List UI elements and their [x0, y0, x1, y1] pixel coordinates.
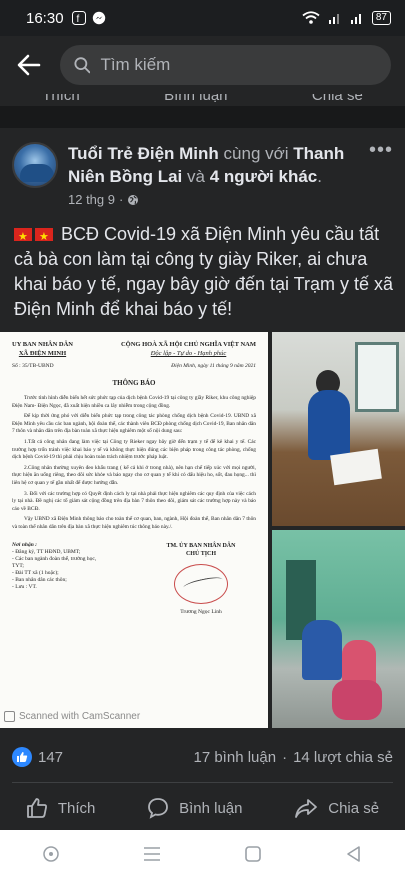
doc-number: Số : 35/TB-UBND — [12, 363, 54, 369]
search-icon — [74, 57, 91, 74]
comments-count[interactable]: 17 bình luận — [193, 749, 276, 766]
arrow-left-icon — [17, 54, 41, 76]
search-input[interactable] — [100, 55, 377, 75]
signal-1-icon — [328, 14, 339, 24]
doc-paragraph: 2.Công nhân thường xuyên đeo khẩu trang … — [12, 464, 256, 486]
post-text: BCĐ Covid-19 xã Điện Minh yêu cầu tất cả… — [14, 222, 394, 322]
thumbs-up-icon — [26, 798, 47, 818]
previous-post-actions: Thích Bình luận Chia sẻ — [0, 94, 405, 106]
comment-label: Bình luận — [179, 799, 243, 817]
comment-icon — [148, 798, 169, 819]
reactions-count[interactable]: 147 — [38, 749, 63, 766]
like-button[interactable]: Thích — [26, 797, 96, 819]
post-date[interactable]: 12 thg 9 — [68, 192, 115, 207]
previous-share-button[interactable]: Chia sẻ — [312, 94, 363, 106]
battery-indicator: 87 — [371, 11, 391, 25]
vietnam-flag-icon — [35, 225, 53, 250]
messenger-notification-icon — [92, 11, 105, 25]
wifi-icon — [302, 11, 320, 24]
camscanner-watermark: Scanned with CamScanner — [4, 711, 140, 722]
previous-like-button[interactable]: Thích — [42, 94, 80, 106]
facebook-notification-icon: f — [71, 11, 86, 25]
search-header — [0, 36, 405, 94]
status-bar: 16:30 f 87 — [0, 0, 405, 36]
post-media[interactable]: UY BAN NHÂN DÂN XÃ ĐIỆN MINH CỘNG HOÀ XÃ… — [0, 332, 405, 728]
comment-button[interactable]: Bình luận — [147, 797, 243, 819]
like-reaction-icon[interactable] — [12, 747, 32, 767]
post-body: BCĐ Covid-19 xã Điện Minh yêu cầu tất cả… — [14, 224, 394, 319]
doc-paragraph: Vậy UBND xã Điện Minh thông báo cho toàn… — [12, 516, 256, 530]
page-avatar[interactable] — [12, 142, 58, 188]
svg-text:f: f — [76, 14, 79, 25]
signal-2-icon — [350, 14, 361, 24]
doc-title: THÔNG BÁO — [112, 379, 156, 387]
doc-paragraph: Trước tình hình diễn biến hết sức phức t… — [12, 395, 256, 409]
doc-paragraph: 3. Đối với các trường hợp có Quyết định … — [12, 490, 256, 512]
doc-right-header-1: CỘNG HOÀ XÃ HỘI CHỦ NGHĨA VIỆT NAM — [120, 341, 256, 348]
home-icon[interactable] — [244, 845, 262, 863]
doc-paragraph: 1.Tất cả công nhân đang làm việc tại Côn… — [12, 438, 256, 461]
doc-paragraph: Để kịp thời ứng phó với diễn biến phức t… — [12, 413, 256, 435]
assistant-icon[interactable] — [42, 845, 60, 863]
previous-comment-button[interactable]: Bình luận — [164, 94, 227, 106]
menu-icon[interactable] — [143, 846, 161, 862]
search-bar[interactable] — [60, 45, 391, 85]
notification-icons: f — [71, 11, 106, 25]
feed-divider — [0, 106, 405, 128]
post-actions: Thích Bình luận Chia sẻ — [0, 786, 405, 830]
camscanner-logo-icon — [4, 711, 15, 722]
globe-icon — [128, 194, 139, 205]
like-label: Thích — [57, 799, 96, 817]
doc-left-header-1: UY BAN NHÂN DÂN — [12, 341, 73, 348]
status-time: 16:30 — [26, 9, 64, 27]
doc-signature-block: TM. ỦY BAN NHÂN DÂN CHỦ TỊCH Trương Ngọc… — [146, 542, 256, 616]
with-text: cùng với — [223, 144, 289, 163]
official-seal — [174, 563, 228, 604]
post-meta: 12 thg 9 · — [68, 192, 365, 207]
actions-divider — [12, 782, 393, 783]
doc-left-header-2: XÃ ĐIỆN MINH — [18, 350, 67, 357]
back-button[interactable] — [14, 50, 44, 80]
doc-date-place: Điện Minh, ngày 11 tháng 9 năm 2021 — [171, 363, 256, 369]
doc-body: Trước tình hình diễn biến hết sức phức t… — [12, 395, 256, 532]
doc-signer-name: Trương Ngọc Linh — [180, 608, 222, 615]
back-nav-icon[interactable] — [345, 845, 363, 863]
share-icon — [295, 799, 318, 818]
and-text: và — [187, 167, 205, 186]
post-header: Tuổi Trẻ Điện Minh cùng với Thanh Niên B… — [0, 128, 405, 210]
shares-count[interactable]: 14 lượt chia sẻ — [293, 749, 393, 766]
share-label: Chia sẻ — [328, 799, 380, 817]
medical-declaration-photo-1[interactable] — [272, 332, 405, 526]
doc-recipients: Nơi nhận : - Đăng ký, TT HĐND, UBMT; - C… — [12, 541, 97, 590]
post-author[interactable]: Tuổi Trẻ Điện Minh — [68, 144, 219, 163]
vietnam-flag-icon — [14, 225, 32, 250]
reactions-row: 147 17 bình luận · 14 lượt chia sẻ — [0, 740, 405, 774]
system-nav-bar — [0, 830, 405, 878]
post-author-line: Tuổi Trẻ Điện Minh cùng với Thanh Niên B… — [68, 144, 345, 186]
more-options-icon[interactable]: ••• — [365, 140, 393, 210]
others-link[interactable]: 4 người khác — [210, 167, 318, 186]
share-button[interactable]: Chia sẻ — [294, 797, 379, 819]
doc-right-header-2: Độc lập - Tự do - Hạnh phúc — [150, 350, 227, 357]
notice-document-image[interactable]: UY BAN NHÂN DÂN XÃ ĐIỆN MINH CỘNG HOÀ XÃ… — [0, 332, 268, 728]
medical-declaration-photo-2[interactable] — [272, 530, 405, 728]
